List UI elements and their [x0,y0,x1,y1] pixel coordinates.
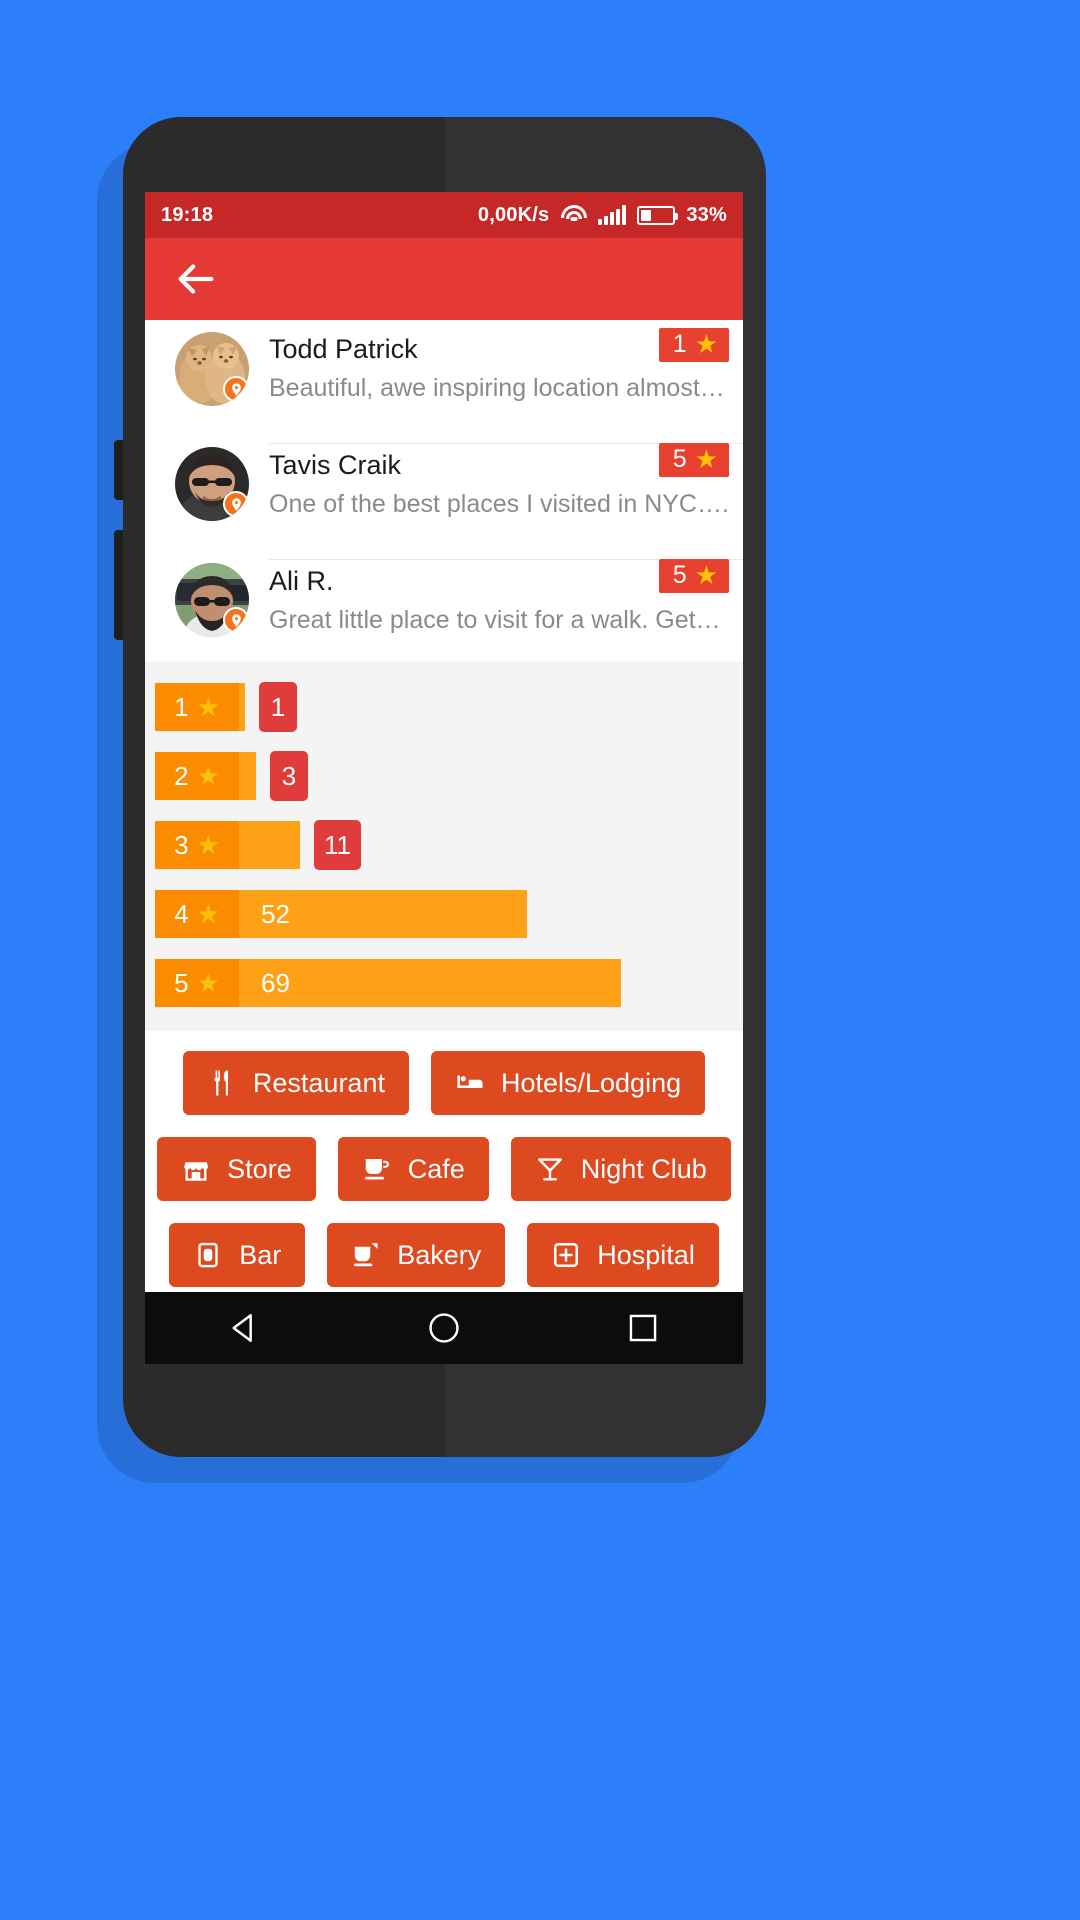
star-icon: ★ [694,560,718,591]
phone-screen: 19:18 0,00K/s 33% Todd Patrick Beautiful… [145,192,743,1292]
histogram-category-value: 3 [174,830,189,861]
back-arrow-icon[interactable] [173,256,219,302]
coffee-cup-icon [362,1154,392,1184]
category-button-night-club[interactable]: Night Club [510,1137,731,1202]
avatar [175,332,249,406]
histogram-count-badge: 11 [314,820,361,871]
histogram-category-value: 4 [174,899,189,930]
review-text: Great little place to visit for a walk. … [269,606,721,635]
hospital-cross-icon [551,1240,581,1270]
histogram-category-value: 1 [174,692,189,723]
category-buttons-section: Restaurant Hotels/Lodging Store Cafe Night C… [145,1031,743,1292]
category-button-label: Store [227,1153,292,1184]
histogram-star-label: 4 ★ [155,890,239,939]
review-row[interactable]: Tavis Craik One of the best places I vis… [145,429,743,545]
wifi-icon [560,205,587,225]
histogram-count-badge: 1 [259,682,297,733]
histogram-bar: 2 ★ [155,752,256,801]
histogram-star-label: 1 ★ [155,683,239,732]
category-button-store[interactable]: Store [157,1137,316,1202]
rating-value: 5 [672,560,687,589]
rating-badge: 1 ★ [658,328,729,362]
star-icon: ★ [196,761,220,792]
star-icon: ★ [694,444,718,475]
drink-cup-icon [193,1240,223,1270]
battery-percent-label: 33% [686,203,727,226]
rating-badge: 5 ★ [658,443,729,478]
star-icon: ★ [196,968,220,999]
app-bar [145,238,743,320]
bakery-cup-icon [351,1240,381,1270]
histogram-count-badge: 3 [270,751,308,802]
category-row: Store Cafe Night Club [145,1137,743,1202]
star-icon: ★ [694,329,718,359]
category-button-label: Hospital [597,1239,695,1270]
histogram-row: 2 ★ 3 [145,751,743,802]
histogram-bar: 1 ★ [155,683,245,732]
category-button-label: Bar [239,1239,282,1270]
cocktail-glass-icon [535,1154,565,1184]
histogram-count-label: 52 [261,899,290,930]
battery-icon [637,205,679,225]
avatar [175,447,249,522]
avatar [175,563,249,638]
histogram-bar: 3 ★ [155,821,300,870]
store-icon [181,1154,211,1184]
histogram-star-label: 2 ★ [155,752,239,801]
rating-badge: 5 ★ [658,559,729,594]
nav-recents-square-icon[interactable] [611,1296,675,1360]
signal-bars-icon [598,205,627,225]
android-navigation-bar [145,1292,743,1364]
category-row: Bar Bakery Hospital [145,1223,743,1288]
histogram-star-label: 5 ★ [155,959,239,1008]
histogram-star-label: 3 ★ [155,821,239,870]
review-row[interactable]: Ali R. Great little place to visit for a… [145,545,743,661]
status-bar: 19:18 0,00K/s 33% [145,192,743,238]
category-button-bakery[interactable]: Bakery [327,1223,506,1288]
star-icon: ★ [196,899,220,930]
histogram-bar: 4 ★ 52 [155,890,527,939]
restaurant-icon [207,1068,237,1098]
histogram-category-value: 2 [174,761,189,792]
histogram-row: 3 ★ 11 [145,820,743,871]
category-button-restaurant[interactable]: Restaurant [182,1051,409,1116]
star-icon: ★ [196,692,220,723]
category-button-label: Hotels/Lodging [500,1067,682,1098]
review-text: One of the best places I visited in NYC…… [269,490,729,519]
histogram-count-label: 69 [261,968,290,999]
rating-value: 5 [672,444,687,473]
category-button-label: Night Club [580,1153,707,1184]
hotel-bed-icon [455,1068,485,1098]
category-button-cafe[interactable]: Cafe [337,1137,489,1202]
nav-back-triangle-icon[interactable] [213,1296,277,1360]
histogram-row: 1 ★ 1 [145,682,743,733]
category-button-bar[interactable]: Bar [169,1223,306,1288]
category-button-hospital[interactable]: Hospital [527,1223,719,1288]
rating-value: 1 [672,329,687,358]
category-button-label: Cafe [407,1153,465,1184]
category-row: Restaurant Hotels/Lodging [145,1051,743,1116]
category-button-label: Restaurant [252,1067,385,1098]
star-icon: ★ [196,830,220,861]
network-speed-label: 0,00K/s [477,203,550,226]
category-button-hotels-lodging[interactable]: Hotels/Lodging [430,1051,706,1116]
rating-histogram: 1 ★ 1 2 ★ 3 3 ★ 11 4 ★ 52 5 ★ 69 [145,661,743,1032]
review-list[interactable]: Todd Patrick Beautiful, awe inspiring lo… [145,320,743,662]
review-text: Beautiful, awe inspiring location almost… [269,374,725,403]
histogram-row: 5 ★ 69 [145,959,743,1008]
status-time: 19:18 [161,203,214,226]
google-maps-badge-icon [223,607,249,634]
nav-home-circle-icon[interactable] [412,1296,476,1360]
category-button-label: Bakery [397,1239,482,1270]
google-maps-badge-icon [223,376,249,402]
histogram-category-value: 5 [174,968,189,999]
histogram-bar: 5 ★ 69 [155,959,621,1008]
histogram-row: 4 ★ 52 [145,890,743,939]
google-maps-badge-icon [223,491,249,518]
review-row[interactable]: Todd Patrick Beautiful, awe inspiring lo… [145,320,743,429]
